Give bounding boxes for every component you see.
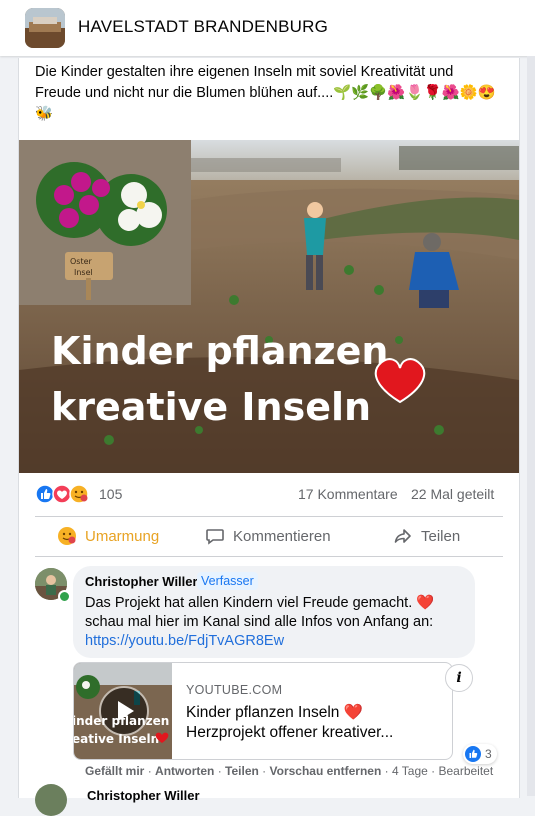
thumb-text-line1: inder pflanzen (74, 714, 169, 728)
divider (35, 556, 503, 557)
share-label: Teilen (421, 527, 461, 545)
hug-icon (58, 527, 76, 545)
comment-actions: Gefällt mir · Antworten · Teilen · Vorsc… (85, 764, 494, 778)
comment: Christopher Willer Verfasser Das Projekt… (35, 566, 503, 786)
comment-body: Das Projekt hat allen Kindern viel Freud… (85, 595, 435, 630)
link-preview-card[interactable]: inder pflanzen eative Inseln YOUTUBE.COM… (73, 662, 453, 760)
share-link[interactable]: Teilen (225, 764, 259, 778)
reply-link[interactable]: Antworten (155, 764, 214, 778)
comment-label: Kommentieren (233, 527, 331, 545)
like-link[interactable]: Gefällt mir (85, 764, 144, 778)
comment-age[interactable]: 4 Tage (392, 764, 428, 778)
page-avatar[interactable] (25, 8, 65, 48)
comment-button[interactable]: Kommentieren (205, 524, 331, 548)
image-title-line2: kreative Inseln (51, 385, 371, 429)
scroll-track[interactable] (527, 56, 535, 796)
comment-bubble: Christopher Willer Verfasser Das Projekt… (73, 566, 475, 658)
sign-text-line1: Oster (70, 257, 93, 266)
hug-button[interactable]: Umarmung (57, 524, 159, 548)
post-text: Die Kinder gestalten ihre eigenen Inseln… (35, 64, 496, 122)
edited-label: Bearbeitet (438, 764, 494, 778)
preview-domain: YOUTUBE.COM (186, 683, 283, 697)
online-status-indicator (58, 590, 71, 603)
like-count-value: 3 (485, 747, 492, 761)
thumb-text-line2: eative Inseln (74, 732, 159, 746)
sign-text-line2: Insel (74, 268, 93, 277)
next-comment-avatar[interactable] (35, 784, 67, 816)
preview-thumbnail[interactable]: inder pflanzen eative Inseln (74, 663, 172, 759)
post-card: Die Kinder gestalten ihre eigenen Inseln… (18, 58, 520, 816)
comment-like-count[interactable]: 3 (463, 744, 497, 764)
page-header: HAVELSTADT BRANDENBURG (0, 0, 535, 56)
info-icon[interactable]: i (445, 664, 473, 692)
post-stats: 105 17 Kommentare 22 Mal geteilt (19, 484, 519, 506)
divider (35, 516, 503, 517)
page-name[interactable]: HAVELSTADT BRANDENBURG (78, 17, 328, 37)
reaction-icons[interactable] (35, 484, 97, 504)
comment-author[interactable]: Christopher Willer (85, 574, 198, 589)
share-count[interactable]: 22 Mal geteilt (411, 486, 494, 502)
comment-link[interactable]: https://youtu.be/FdjTvAGR8Ew (85, 633, 284, 649)
post-image[interactable]: Oster Insel Kinder pflanzen kreative Ins… (19, 140, 519, 473)
preview-title: Kinder pflanzen Inseln ❤️ Herzprojekt of… (186, 704, 394, 741)
image-title-line1: Kinder pflanzen (51, 329, 388, 373)
like-icon (465, 746, 481, 762)
share-button[interactable]: Teilen (393, 524, 460, 548)
remove-preview-link[interactable]: Vorschau entfernen (270, 764, 382, 778)
author-badge: Verfasser (197, 572, 258, 590)
reaction-count[interactable]: 105 (99, 486, 122, 502)
hug-label: Umarmung (85, 527, 160, 545)
comment-count[interactable]: 17 Kommentare (298, 486, 398, 502)
comment-text: Das Projekt hat allen Kindern viel Freud… (85, 594, 470, 651)
comment-icon (206, 529, 224, 545)
share-icon (394, 529, 411, 543)
